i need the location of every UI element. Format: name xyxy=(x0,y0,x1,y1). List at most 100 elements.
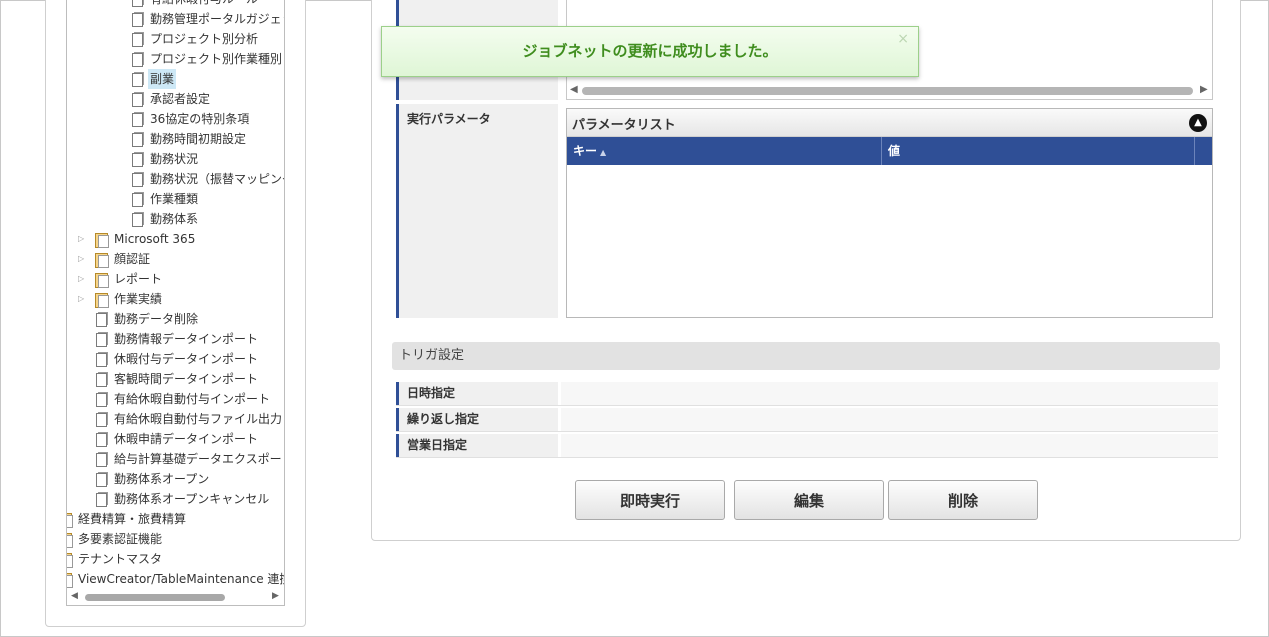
tree-item-label: 勤務体系 xyxy=(150,212,199,226)
expand-arrow-icon[interactable]: ▷ xyxy=(78,254,88,264)
tree-leaf-item[interactable]: 勤務管理ポータルガジェット xyxy=(130,9,284,29)
tree-leaf-item[interactable]: 勤務情報データインポート xyxy=(94,329,260,349)
tree-item-label: 経費精算・旅費精算 xyxy=(78,512,187,526)
tree-item-label: プロジェクト別分析 xyxy=(150,32,259,46)
tree-folder-item[interactable]: ▷ViewCreator/TableMaintenance 連携 xyxy=(67,569,285,589)
tree-leaf-item[interactable]: 有給休暇自動付与ファイル出力 xyxy=(94,409,284,429)
document-icon xyxy=(130,211,144,227)
document-icon xyxy=(94,331,108,347)
tree-leaf-item[interactable]: 客観時間データインポート xyxy=(94,369,260,389)
expand-arrow-icon[interactable]: ▷ xyxy=(78,294,88,304)
expand-arrow-icon[interactable]: ▷ xyxy=(78,234,88,244)
tree-folder-item[interactable]: ▷ 顔認証 xyxy=(78,249,152,269)
tree-folder-item[interactable]: ▷多要素認証機能 xyxy=(67,529,164,549)
parameter-list-header: パラメータリスト ▲ xyxy=(567,109,1212,137)
scroll-right-icon[interactable]: ▶ xyxy=(1200,84,1208,95)
tree-leaf-item[interactable]: 休暇付与データインポート xyxy=(94,349,260,369)
tree-leaf-item[interactable]: 勤務状況 xyxy=(130,149,200,169)
parameter-grid-header: キー ▲ 値 xyxy=(567,137,1212,165)
tree-leaf-item[interactable]: 勤務体系 xyxy=(130,209,200,229)
tree-folder-item[interactable]: ▷ レポート xyxy=(78,269,164,289)
field-horizontal-scrollbar[interactable]: ◀ ▶ xyxy=(567,84,1212,98)
tree-leaf-item[interactable]: 有給休暇付与ルール xyxy=(130,0,260,9)
tree-item-label: 副業 xyxy=(148,69,177,89)
document-icon xyxy=(94,451,108,467)
tree-folder-item[interactable]: ▷テナントマスタ xyxy=(67,549,164,569)
tree-horizontal-scrollbar[interactable]: ◀ ▶ xyxy=(67,589,284,605)
tree-leaf-item[interactable]: プロジェクト別作業種別 xyxy=(130,49,284,69)
tree-leaf-item[interactable]: 副業 xyxy=(130,69,177,89)
success-toast: ジョブネットの更新に成功しました。 × xyxy=(381,26,919,77)
tree-folder-item[interactable]: ▷ 作業実績 xyxy=(78,289,164,309)
document-icon xyxy=(94,411,108,427)
trigger-section-title: トリガ設定 xyxy=(399,348,465,363)
close-icon[interactable]: × xyxy=(897,15,909,63)
tree-leaf-item[interactable]: 休暇申請データインポート xyxy=(94,429,260,449)
tree-leaf-item[interactable]: 勤務データ削除 xyxy=(94,309,200,329)
document-icon xyxy=(130,131,144,147)
trigger-row-label: 営業日指定 xyxy=(396,434,558,457)
collapse-icon[interactable]: ▲ xyxy=(1189,114,1207,132)
expand-arrow-icon[interactable]: ▷ xyxy=(78,274,88,284)
document-icon xyxy=(94,351,108,367)
tree-item-label: 勤務管理ポータルガジェット xyxy=(150,12,284,26)
run-now-button[interactable]: 即時実行 xyxy=(575,480,725,520)
trigger-row-value xyxy=(561,408,1218,431)
tree-item-label: 勤務体系オープンキャンセル xyxy=(114,492,270,506)
tree-leaf-item[interactable]: 勤務時間初期設定 xyxy=(130,129,248,149)
tree-leaf-item[interactable]: 勤務体系オープンキャンセル xyxy=(94,489,271,509)
folder-icon xyxy=(94,232,109,248)
folder-icon xyxy=(67,552,73,568)
scroll-right-icon[interactable]: ▶ xyxy=(272,591,279,601)
sort-icon[interactable]: ▲ xyxy=(600,148,606,157)
document-icon xyxy=(130,31,144,47)
parameter-label: 実行パラメータ xyxy=(396,104,558,318)
trigger-row-value xyxy=(561,434,1218,457)
tree-item-label: ViewCreator/TableMaintenance 連携 xyxy=(78,572,285,586)
delete-button[interactable]: 削除 xyxy=(888,480,1038,520)
column-header-key[interactable]: キー ▲ xyxy=(567,137,882,165)
tree-item-label: 有給休暇自動付与ファイル出力 xyxy=(114,412,283,426)
tree-item-label: Microsoft 365 xyxy=(114,232,196,246)
folder-icon xyxy=(67,532,73,548)
tree-item-label: テナントマスタ xyxy=(78,552,163,566)
tree-leaf-item[interactable]: 有給休暇自動付与インポート xyxy=(94,389,272,409)
trigger-row-business-day: 営業日指定 xyxy=(396,434,1218,458)
trigger-row-value xyxy=(561,382,1218,405)
column-spacer xyxy=(1195,137,1212,165)
scrollbar-thumb[interactable] xyxy=(85,594,225,601)
tree-folder-item[interactable]: ▷経費精算・旅費精算 xyxy=(67,509,188,529)
document-icon xyxy=(94,391,108,407)
tree-leaf-item[interactable]: 36協定の特別条項 xyxy=(130,109,251,129)
tree-item-label: 作業実績 xyxy=(114,292,163,306)
document-icon xyxy=(94,431,108,447)
tree-item-label: 作業種類 xyxy=(150,192,199,206)
document-icon xyxy=(130,0,144,7)
tree-leaf-item[interactable]: 勤務体系オープン xyxy=(94,469,211,489)
document-icon xyxy=(94,371,108,387)
tree-leaf-item[interactable]: プロジェクト別分析 xyxy=(130,29,260,49)
column-header-value[interactable]: 値 xyxy=(882,137,1195,165)
tree-item-label: 勤務情報データインポート xyxy=(114,332,259,346)
trigger-row-label: 繰り返し指定 xyxy=(396,408,558,431)
tree-leaf-item[interactable]: 給与計算基礎データエクスポート xyxy=(94,449,284,469)
tree-folder-item[interactable]: ▷ Microsoft 365 xyxy=(78,229,197,249)
tree-leaf-item[interactable]: 作業種類 xyxy=(130,189,200,209)
folder-icon xyxy=(67,512,73,528)
tree-leaf-item[interactable]: 勤務状況（振替マッピング） xyxy=(130,169,284,189)
toast-message: ジョブネットの更新に成功しました。 xyxy=(522,42,778,60)
tree-item-label: プロジェクト別作業種別 xyxy=(150,52,283,66)
tree-item-label: 勤務データ削除 xyxy=(114,312,199,326)
edit-button[interactable]: 編集 xyxy=(734,480,884,520)
document-icon xyxy=(130,151,144,167)
trigger-row-datetime: 日時指定 xyxy=(396,382,1218,406)
tree-item-label: 勤務状況（振替マッピング） xyxy=(150,172,284,186)
document-icon xyxy=(130,91,144,107)
document-icon xyxy=(130,171,144,187)
tree-leaf-item[interactable]: 承認者設定 xyxy=(130,89,212,109)
scrollbar-thumb[interactable] xyxy=(582,87,1193,95)
trigger-section-header: トリガ設定 xyxy=(392,342,1220,370)
scroll-left-icon[interactable]: ◀ xyxy=(570,84,578,95)
tree-item-label: 多要素認証機能 xyxy=(78,532,163,546)
scroll-left-icon[interactable]: ◀ xyxy=(71,591,78,601)
